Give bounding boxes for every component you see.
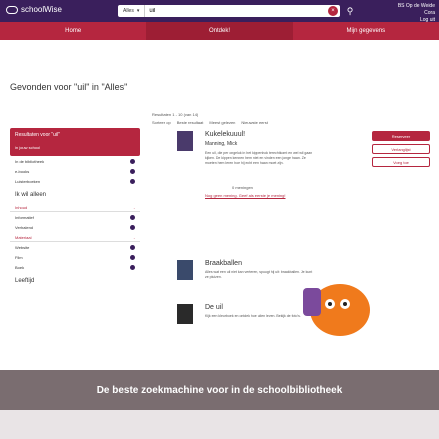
radio-icon bbox=[130, 244, 135, 250]
brand-name: schoolWise bbox=[21, 5, 62, 14]
filter-row[interactable]: e-books bbox=[10, 166, 140, 176]
sort-option[interactable]: Beste resultaat bbox=[177, 120, 204, 125]
nav-discover[interactable]: Ontdek! bbox=[146, 22, 293, 40]
filter-label: Informatief bbox=[15, 214, 34, 220]
book-cover[interactable] bbox=[177, 260, 193, 280]
search-scope-label: Alles bbox=[123, 8, 134, 14]
book-cover[interactable] bbox=[177, 304, 193, 324]
add-label: Voeg toe bbox=[393, 159, 409, 165]
sidebar-heading: Resultaten voor "uil" in jouw school bbox=[10, 128, 140, 156]
result-description: Een uil, die per ongeluk in het kippenho… bbox=[205, 151, 313, 165]
chevron-down-icon: ▾ bbox=[136, 8, 140, 14]
sort-label: Sorteer op bbox=[152, 120, 171, 125]
filter-label: Luisterboeken bbox=[15, 178, 41, 184]
sidebar-heading-text: Resultaten voor "uil" bbox=[15, 132, 60, 138]
main-nav: Home Ontdek! Mijn gegevens bbox=[0, 22, 439, 40]
radio-icon bbox=[130, 214, 135, 220]
filter-label: Website bbox=[15, 244, 30, 250]
filter-section-label: Leeftijd bbox=[15, 278, 35, 284]
dropdown-label: Materiaal bbox=[15, 235, 32, 240]
filter-row[interactable]: Boek bbox=[10, 262, 140, 272]
radio-icon bbox=[130, 224, 135, 230]
search-input[interactable] bbox=[145, 5, 328, 17]
result-item: Braakballen Alles wat een uil niet kan v… bbox=[152, 260, 432, 300]
sidebar-subheading: in jouw school bbox=[15, 145, 41, 150]
sort-options: Sorteer op Beste resultaat Meest gelezen… bbox=[152, 120, 432, 125]
results-count: Resultaten 1 - 10 (van 14) bbox=[152, 112, 199, 117]
search-button[interactable]: ⚲ bbox=[344, 5, 356, 17]
rating: 0 meningen bbox=[232, 185, 253, 190]
radio-icon bbox=[130, 178, 135, 184]
book-cover[interactable] bbox=[177, 131, 193, 151]
dropdown-label: Inhoud bbox=[15, 205, 28, 210]
add-button[interactable]: Voeg toe bbox=[372, 157, 430, 167]
result-title[interactable]: Braakballen bbox=[205, 260, 242, 267]
filter-row[interactable]: Website bbox=[10, 242, 140, 252]
filter-row[interactable]: Luisterboeken bbox=[10, 176, 140, 186]
filter-section-label: Ik wil alleen bbox=[15, 192, 47, 198]
filter-label: Boek bbox=[15, 264, 25, 270]
wishlist-button[interactable]: Verlanglijst bbox=[372, 144, 430, 154]
result-item: De uil Kijk een kleurboek en ontdek hoe … bbox=[152, 304, 432, 344]
sort-option[interactable]: Nieuwste eerst bbox=[241, 120, 267, 125]
top-bar: schoolWise Alles ▾ × ⚲ BS Op de Weide Co… bbox=[0, 0, 439, 24]
review-link[interactable]: Nog geen mening. Geef als eerste je meni… bbox=[205, 193, 286, 198]
bottom-strip bbox=[0, 410, 439, 439]
filter-row[interactable]: Informatief bbox=[10, 212, 140, 222]
filter-sidebar: Resultaten voor "uil" in jouw school In … bbox=[10, 128, 140, 288]
search-bar: Alles ▾ × bbox=[118, 5, 340, 17]
clear-search-button[interactable]: × bbox=[328, 6, 338, 16]
promo-banner: De beste zoekmachine voor in de schoolbi… bbox=[0, 370, 439, 410]
sort-option[interactable]: Meest gelezen bbox=[209, 120, 235, 125]
filter-label: Verhalend bbox=[15, 224, 34, 230]
filter-label: In de bibliotheek bbox=[15, 158, 45, 164]
search-scope-select[interactable]: Alles ▾ bbox=[118, 5, 146, 17]
user-name[interactable]: Cora bbox=[398, 10, 435, 17]
result-item: Kukelekuuul! Manning, Mick Een uil, die … bbox=[152, 131, 432, 271]
radio-icon bbox=[130, 158, 135, 164]
nav-my-data[interactable]: Mijn gegevens bbox=[293, 22, 439, 40]
radio-icon bbox=[130, 254, 135, 260]
filter-dropdown-content[interactable]: Inhoud - bbox=[10, 202, 140, 212]
brand-logo[interactable]: schoolWise bbox=[6, 5, 62, 14]
reserve-label: Reserveer bbox=[391, 133, 411, 139]
minus-icon: - bbox=[133, 205, 135, 210]
filter-row[interactable]: Verhalend bbox=[10, 222, 140, 232]
school-name: BS Op de Weide bbox=[397, 3, 435, 9]
radio-icon bbox=[130, 264, 135, 270]
result-title[interactable]: Kukelekuuul! bbox=[205, 131, 245, 138]
search-icon: ⚲ bbox=[346, 5, 354, 16]
filter-label: Film bbox=[15, 254, 23, 260]
filter-label: e-books bbox=[15, 168, 30, 174]
mascot-illustration bbox=[303, 284, 370, 336]
close-icon: × bbox=[331, 8, 335, 14]
radio-icon bbox=[130, 168, 135, 174]
minus-icon: - bbox=[133, 235, 135, 240]
nav-home[interactable]: Home bbox=[0, 22, 146, 40]
user-area: BS Op de Weide Cora Log uit bbox=[398, 3, 435, 24]
filter-dropdown-material[interactable]: Materiaal - bbox=[10, 232, 140, 242]
result-title[interactable]: De uil bbox=[205, 304, 223, 311]
wishlist-label: Verlanglijst bbox=[391, 146, 411, 152]
results-heading: Gevonden voor "uil" in "Alles" bbox=[10, 82, 128, 92]
results-list: Resultaten 1 - 10 (van 14) Sorteer op Be… bbox=[152, 112, 432, 324]
filter-row[interactable]: In de bibliotheek bbox=[10, 156, 140, 166]
filter-row[interactable]: Film bbox=[10, 252, 140, 262]
logo-icon bbox=[6, 5, 18, 14]
reserve-button[interactable]: Reserveer bbox=[372, 131, 430, 141]
result-author[interactable]: Manning, Mick bbox=[205, 141, 237, 147]
